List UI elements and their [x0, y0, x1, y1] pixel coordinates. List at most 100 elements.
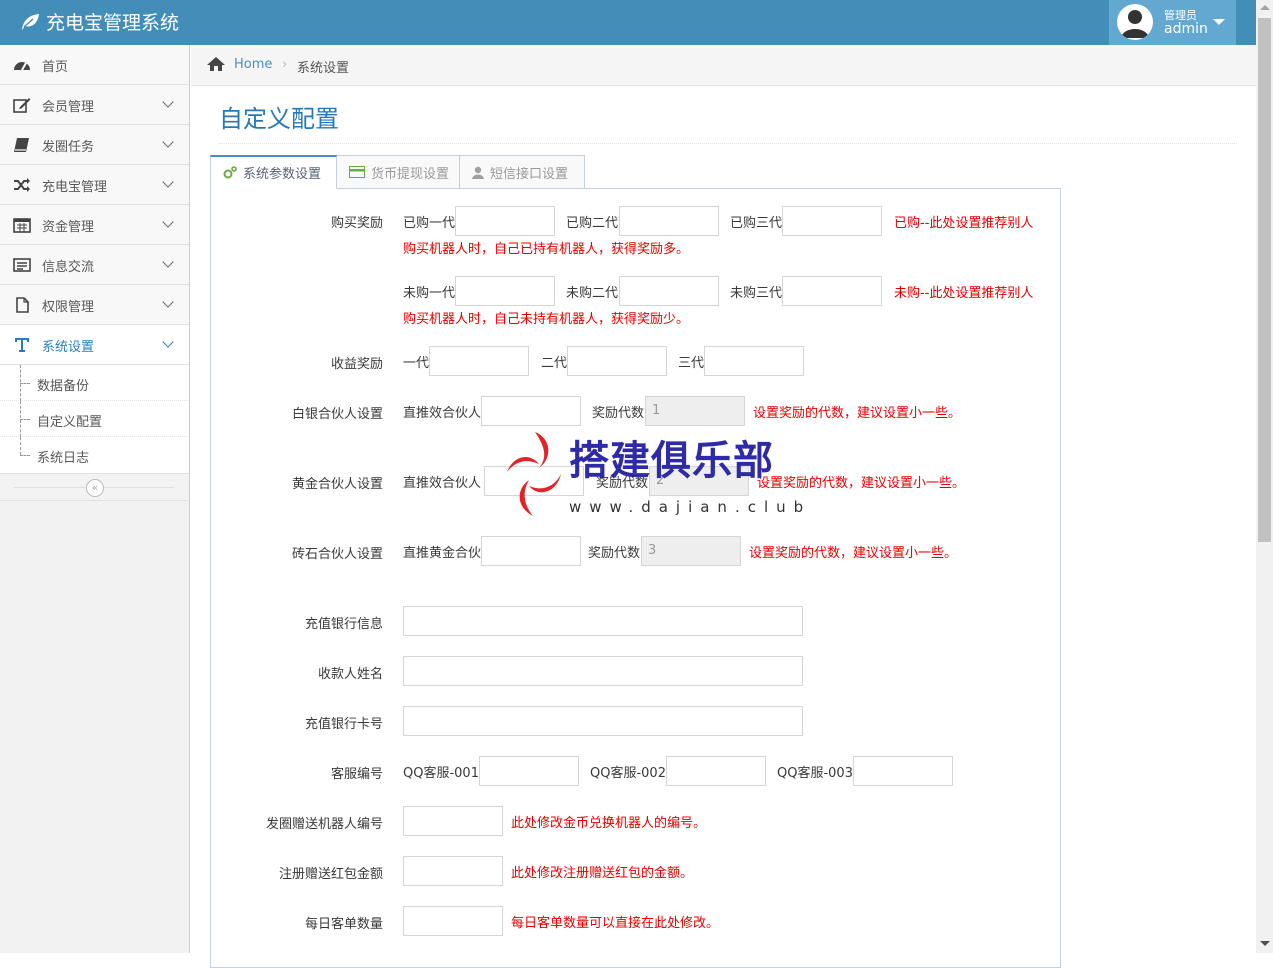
gold-gens-input[interactable]: 2	[649, 466, 749, 496]
breadcrumb-current: 系统设置	[297, 61, 350, 76]
help-text: 此处修改注册赠送红包的金额。	[511, 866, 694, 881]
field-sublabel: 一代	[403, 356, 430, 371]
tab-label: 系统参数设置	[243, 167, 322, 182]
field-sublabel: 直推效合伙人	[403, 406, 482, 421]
calendar-icon	[12, 216, 32, 234]
sidebar-item-messages[interactable]: 信息交流	[0, 245, 189, 285]
sidebar-item-powerbank[interactable]: 充电宝管理	[0, 165, 189, 205]
bought-gen1-input[interactable]	[455, 206, 555, 236]
app-title: 充电宝管理系统	[46, 12, 180, 34]
chevron-down-icon	[162, 96, 174, 108]
breadcrumb-home-link[interactable]: Home	[234, 57, 272, 72]
tab-label: 货币提现设置	[371, 166, 450, 182]
qq-service-3-input[interactable]	[853, 756, 953, 786]
silver-gens-input[interactable]: 1	[645, 396, 745, 426]
top-navbar: 充电宝管理系统 管理员 admin	[0, 0, 1256, 45]
dashboard-icon	[12, 56, 32, 74]
sidebar-subitem-system-log[interactable]: 系统日志	[0, 437, 189, 473]
help-text: 已购--此处设置推荐别人	[894, 216, 1034, 231]
page-title: 自定义配置	[219, 105, 339, 133]
sidebar-item-tasks[interactable]: 发圈任务	[0, 125, 189, 165]
diamond-gens-input[interactable]: 3	[641, 536, 741, 566]
field-sublabel: 已购三代	[730, 216, 783, 231]
sidebar-item-label: 权限管理	[42, 300, 95, 315]
field-sublabel: 二代	[541, 356, 568, 371]
field-label: 客服编号	[330, 767, 383, 782]
field-label: 白银合伙人设置	[291, 407, 383, 422]
tab-sms[interactable]: 短信接口设置	[459, 155, 585, 189]
help-text: 设置奖励的代数，建议设置小一些。	[753, 406, 962, 421]
robot-number-input[interactable]	[403, 806, 503, 836]
silver-direct-input[interactable]	[481, 396, 581, 426]
field-sublabel: 未购二代	[566, 286, 619, 301]
sidebar-subitem-backup[interactable]: 数据备份	[0, 365, 189, 401]
sidebar-item-label: 充电宝管理	[42, 180, 108, 195]
gold-direct-input[interactable]	[484, 466, 584, 496]
chevron-down-icon	[162, 136, 174, 148]
tab-label: 短信接口设置	[490, 166, 569, 182]
income-gen2-input[interactable]	[567, 346, 667, 376]
brand[interactable]: 充电宝管理系统	[20, 8, 179, 35]
tab-system-params[interactable]: 系统参数设置	[210, 155, 337, 189]
field-label: 收款人姓名	[317, 667, 383, 682]
tab-withdraw[interactable]: 货币提现设置	[336, 155, 460, 189]
page-scrollbar[interactable]	[1256, 0, 1273, 953]
sidebar-item-label: 发圈任务	[42, 140, 95, 155]
sidebar-item-finance[interactable]: 资金管理	[0, 205, 189, 245]
payee-name-input[interactable]	[403, 656, 803, 686]
field-sublabel: 直推黄金合伙	[403, 546, 482, 561]
income-gen1-input[interactable]	[429, 346, 529, 376]
field-sublabel: 未购三代	[730, 286, 783, 301]
field-label: 购买奖励	[330, 216, 383, 231]
breadcrumb: Home › 系统设置	[191, 45, 1256, 86]
shuffle-icon	[12, 176, 32, 194]
qq-service-2-input[interactable]	[666, 756, 766, 786]
user-icon	[472, 166, 484, 179]
card-number-input[interactable]	[403, 706, 803, 736]
help-text: 未购--此处设置推荐别人	[894, 286, 1034, 301]
bank-info-input[interactable]	[403, 606, 803, 636]
sidebar-item-members[interactable]: 会员管理	[0, 85, 189, 125]
sidebar-subitem-custom-config[interactable]: 自定义配置	[0, 401, 189, 437]
text-icon	[12, 336, 32, 354]
scroll-down-icon[interactable]	[1260, 941, 1270, 946]
daily-orders-input[interactable]	[403, 906, 503, 936]
qq-service-1-input[interactable]	[479, 756, 579, 786]
breadcrumb-separator-icon: ›	[282, 57, 288, 72]
field-sublabel: QQ客服-002	[590, 766, 666, 781]
field-sublabel: 未购一代	[403, 286, 456, 301]
scroll-thumb[interactable]	[1258, 18, 1271, 542]
unbought-gen1-input[interactable]	[455, 276, 555, 306]
scroll-up-icon[interactable]	[1260, 5, 1270, 10]
sidebar-item-permissions[interactable]: 权限管理	[0, 285, 189, 325]
sidebar-item-home[interactable]: 首页	[0, 45, 189, 85]
field-label: 充值银行信息	[304, 617, 383, 632]
double-chevron-left-icon[interactable]: «	[86, 479, 104, 497]
sidebar-item-label: 首页	[42, 60, 69, 75]
sidebar-item-settings[interactable]: 系统设置	[0, 325, 189, 365]
field-sublabel: 已购二代	[566, 216, 619, 231]
user-menu[interactable]: 管理员 admin	[1109, 0, 1236, 45]
unbought-gen3-input[interactable]	[782, 276, 882, 306]
red-packet-input[interactable]	[403, 856, 503, 886]
help-text: 每日客单数量可以直接在此处修改。	[511, 916, 720, 931]
income-gen3-input[interactable]	[704, 346, 804, 376]
caret-down-icon	[1213, 19, 1225, 25]
field-label: 收益奖励	[330, 357, 383, 372]
edit-icon	[12, 96, 32, 114]
bought-gen2-input[interactable]	[619, 206, 719, 236]
diamond-direct-input[interactable]	[481, 536, 581, 566]
field-sublabel: 奖励代数	[596, 476, 649, 491]
subitem-label: 数据备份	[37, 379, 90, 394]
chevron-down-icon	[162, 176, 174, 188]
unbought-gen2-input[interactable]	[619, 276, 719, 306]
user-name: admin	[1164, 21, 1208, 37]
help-text: 设置奖励的代数，建议设置小一些。	[749, 546, 958, 561]
field-label: 每日客单数量	[304, 917, 383, 932]
sidebar-item-label: 信息交流	[42, 260, 95, 275]
bought-gen3-input[interactable]	[782, 206, 882, 236]
book-icon	[12, 136, 32, 154]
chevron-down-icon	[162, 256, 174, 268]
help-text: 设置奖励的代数，建议设置小一些。	[757, 476, 966, 491]
sidebar-item-label: 资金管理	[42, 220, 95, 235]
